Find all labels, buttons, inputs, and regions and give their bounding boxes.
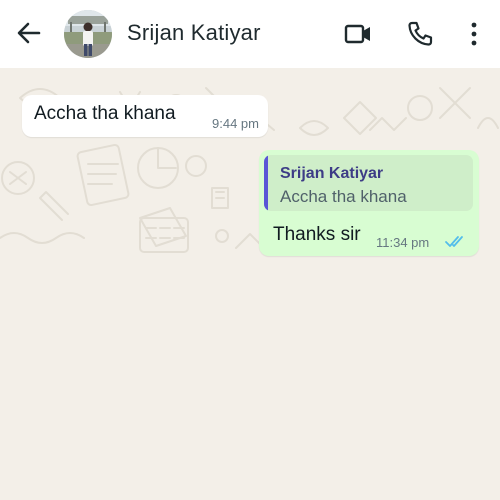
message-time: 11:34 pm [376, 235, 430, 250]
contact-name[interactable]: Srijan Katiyar [127, 20, 261, 46]
quote-bar [264, 155, 268, 211]
message-time: 9:44 pm [212, 116, 259, 131]
outgoing-message[interactable]: Srijan Katiyar Accha tha khana Thanks si… [259, 150, 479, 256]
phone-icon [408, 21, 433, 46]
quoted-author: Srijan Katiyar [280, 165, 384, 182]
voice-call-button[interactable] [404, 18, 436, 50]
video-call-icon [344, 24, 370, 44]
video-call-button[interactable] [342, 18, 374, 50]
incoming-message[interactable]: Accha tha khana 9:44 pm [22, 95, 268, 137]
avatar[interactable] [64, 10, 112, 58]
message-text: Accha tha khana [34, 103, 176, 124]
back-button[interactable] [14, 18, 44, 48]
arrow-left-icon [17, 22, 41, 44]
more-vertical-icon [471, 22, 477, 46]
avatar-photo [64, 10, 112, 58]
chat-header: Srijan Katiyar [0, 0, 500, 68]
quoted-text: Accha tha khana [280, 187, 407, 206]
quoted-reply[interactable]: Srijan Katiyar Accha tha khana [264, 155, 473, 211]
more-options-button[interactable] [460, 18, 492, 50]
read-receipt-icon [445, 236, 463, 247]
chat-area[interactable]: Accha tha khana 9:44 pm Srijan Katiyar A… [0, 68, 500, 500]
message-text: Thanks sir [273, 224, 361, 245]
